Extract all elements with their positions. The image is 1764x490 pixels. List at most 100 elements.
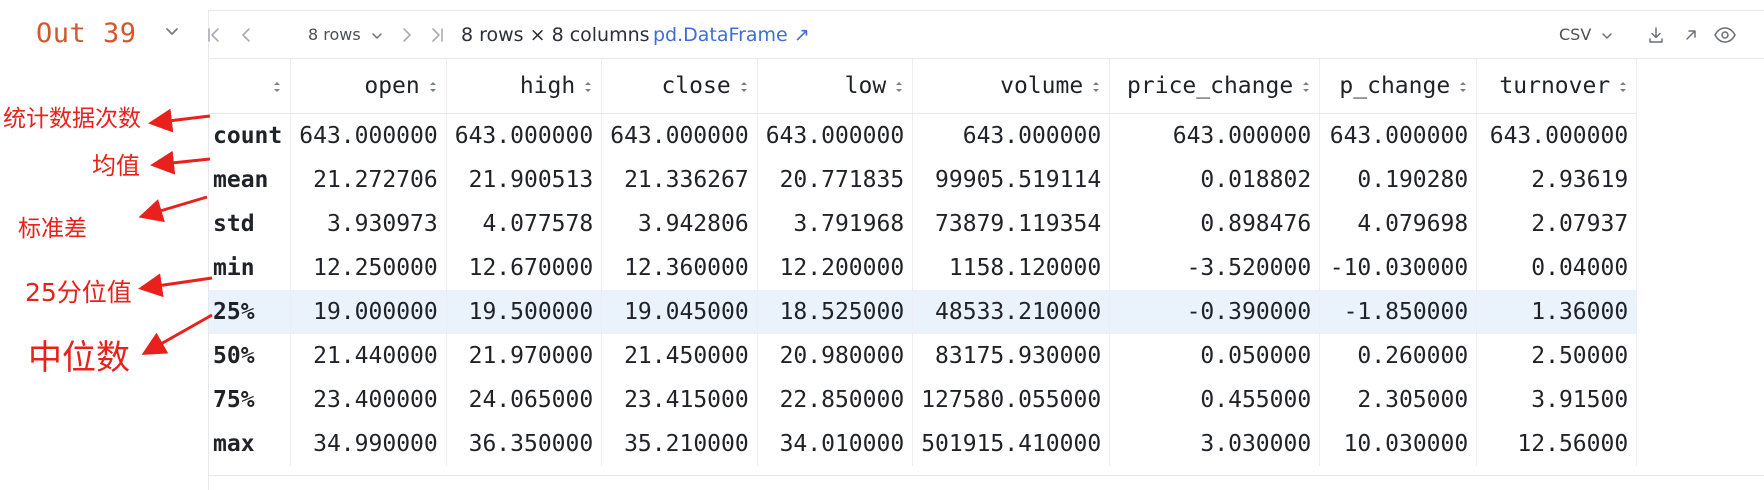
column-header-close[interactable]: close — [601, 59, 758, 114]
table-cell[interactable]: 3.91500 — [1476, 378, 1638, 422]
table-cell[interactable]: 21.336267 — [601, 158, 758, 202]
table-cell[interactable]: 23.415000 — [601, 378, 758, 422]
table-cell[interactable]: 3.930973 — [290, 202, 447, 246]
table-cell[interactable]: 4.079698 — [1319, 202, 1478, 246]
dataframe-type-link[interactable]: pd.DataFrame ↗ — [653, 11, 810, 59]
table-cell[interactable]: 2.93619 — [1476, 158, 1638, 202]
table-cell[interactable]: 35.210000 — [601, 422, 758, 466]
table-cell[interactable]: 18.525000 — [757, 290, 914, 334]
table-row[interactable]: mean 21.272706 21.900513 21.336267 20.771835… — [209, 158, 1638, 202]
last-page-icon[interactable] — [428, 26, 446, 44]
table-cell[interactable]: 21.450000 — [601, 334, 758, 378]
table-cell[interactable]: 3.030000 — [1109, 422, 1321, 466]
table-cell[interactable]: 2.07937 — [1476, 202, 1638, 246]
table-cell[interactable]: 19.045000 — [601, 290, 758, 334]
column-header-price-change[interactable]: price_change — [1109, 59, 1321, 114]
table-cell[interactable]: 21.440000 — [290, 334, 447, 378]
table-cell[interactable]: 20.771835 — [757, 158, 914, 202]
column-header-low[interactable]: low — [757, 59, 914, 114]
table-cell[interactable]: 643.000000 — [912, 113, 1111, 158]
row-index-cell: std — [209, 202, 292, 246]
table-cell[interactable]: 36.350000 — [446, 422, 603, 466]
column-header-label: p_change — [1339, 73, 1451, 99]
column-header-high[interactable]: high — [446, 59, 603, 114]
table-cell[interactable]: 1158.120000 — [912, 246, 1111, 290]
table-row[interactable]: min 12.250000 12.670000 12.360000 12.200000 1… — [209, 246, 1638, 290]
table-cell[interactable]: 0.050000 — [1109, 334, 1321, 378]
table-cell[interactable]: 22.850000 — [757, 378, 914, 422]
table-cell[interactable]: 12.200000 — [757, 246, 914, 290]
table-cell[interactable]: 3.791968 — [757, 202, 914, 246]
table-cell[interactable]: 127580.055000 — [912, 378, 1111, 422]
table-cell[interactable]: 643.000000 — [1319, 113, 1478, 158]
table-cell[interactable]: 12.360000 — [601, 246, 758, 290]
table-cell[interactable]: 12.250000 — [290, 246, 447, 290]
table-cell[interactable]: 12.670000 — [446, 246, 603, 290]
table-dimensions: 8 rows × 8 columns — [461, 24, 650, 46]
next-page-icon[interactable] — [398, 26, 416, 44]
table-cell[interactable]: 34.990000 — [290, 422, 447, 466]
table-row[interactable]: std 3.930973 4.077578 3.942806 3.791968 73879… — [209, 202, 1638, 246]
table-cell[interactable]: 0.455000 — [1109, 378, 1321, 422]
table-cell[interactable]: 48533.210000 — [912, 290, 1111, 334]
table-row[interactable]: max 34.990000 36.350000 35.210000 34.010000 5… — [209, 422, 1638, 466]
table-cell[interactable]: 20.980000 — [757, 334, 914, 378]
table-row[interactable]: 25% 19.000000 19.500000 19.045000 18.525000 4… — [209, 290, 1638, 334]
open-external-icon[interactable] — [1682, 26, 1700, 44]
table-cell[interactable]: 21.272706 — [290, 158, 447, 202]
first-page-icon[interactable] — [205, 26, 223, 44]
table-cell[interactable]: 643.000000 — [1476, 113, 1638, 158]
column-header-label: close — [661, 73, 731, 99]
table-cell[interactable]: 12.56000 — [1476, 422, 1638, 466]
table-cell[interactable]: 4.077578 — [446, 202, 603, 246]
header-row: open high close low volume price_change p_chan… — [209, 59, 1638, 114]
table-cell[interactable]: 501915.410000 — [912, 422, 1111, 466]
table-cell[interactable]: 643.000000 — [446, 113, 603, 158]
column-header-label: low — [844, 73, 887, 99]
table-cell[interactable]: 643.000000 — [757, 113, 914, 158]
table-cell[interactable]: -1.850000 — [1319, 290, 1478, 334]
table-cell[interactable]: -3.520000 — [1109, 246, 1321, 290]
table-cell[interactable]: 0.898476 — [1109, 202, 1321, 246]
table-cell[interactable]: 643.000000 — [290, 113, 447, 158]
table-cell[interactable]: 2.50000 — [1476, 334, 1638, 378]
table-cell[interactable]: 0.018802 — [1109, 158, 1321, 202]
prev-page-icon[interactable] — [237, 26, 255, 44]
table-cell[interactable]: 643.000000 — [601, 113, 758, 158]
table-cell[interactable]: 19.500000 — [446, 290, 603, 334]
table-cell[interactable]: -10.030000 — [1319, 246, 1478, 290]
table-cell[interactable]: 73879.119354 — [912, 202, 1111, 246]
column-header-volume[interactable]: volume — [912, 59, 1111, 114]
table-cell[interactable]: 21.970000 — [446, 334, 603, 378]
table-cell[interactable]: 2.305000 — [1319, 378, 1478, 422]
chevron-down-icon[interactable] — [163, 23, 181, 41]
column-header-p-change[interactable]: p_change — [1319, 59, 1478, 114]
column-header-open[interactable]: open — [290, 59, 447, 114]
table-row[interactable]: 75% 23.400000 24.065000 23.415000 22.850000 1… — [209, 378, 1638, 422]
table-cell[interactable]: 0.190280 — [1319, 158, 1478, 202]
table-cell[interactable]: 23.400000 — [290, 378, 447, 422]
table-cell[interactable]: -0.390000 — [1109, 290, 1321, 334]
eye-icon[interactable] — [1713, 26, 1737, 44]
sort-icon — [1093, 81, 1100, 92]
index-header[interactable] — [209, 59, 292, 114]
table-cell[interactable]: 24.065000 — [446, 378, 603, 422]
table-cell[interactable]: 21.900513 — [446, 158, 603, 202]
column-header-turnover[interactable]: turnover — [1476, 59, 1638, 114]
rows-per-page-select[interactable]: 8 rows — [308, 11, 384, 59]
table-cell[interactable]: 643.000000 — [1109, 113, 1321, 158]
table-viewport[interactable]: open high close low volume price_change p_chan… — [209, 59, 1764, 481]
table-cell[interactable]: 1.36000 — [1476, 290, 1638, 334]
table-cell[interactable]: 0.04000 — [1476, 246, 1638, 290]
table-cell[interactable]: 99905.519114 — [912, 158, 1111, 202]
table-cell[interactable]: 83175.930000 — [912, 334, 1111, 378]
table-row[interactable]: 50% 21.440000 21.970000 21.450000 20.980000 8… — [209, 334, 1638, 378]
table-cell[interactable]: 19.000000 — [290, 290, 447, 334]
table-cell[interactable]: 34.010000 — [757, 422, 914, 466]
download-icon[interactable] — [1647, 26, 1665, 44]
table-cell[interactable]: 10.030000 — [1319, 422, 1478, 466]
table-cell[interactable]: 3.942806 — [601, 202, 758, 246]
table-row[interactable]: count 643.000000 643.000000 643.000000 643.0… — [209, 113, 1638, 158]
export-format-select[interactable]: CSV — [1559, 11, 1614, 59]
table-cell[interactable]: 0.260000 — [1319, 334, 1478, 378]
